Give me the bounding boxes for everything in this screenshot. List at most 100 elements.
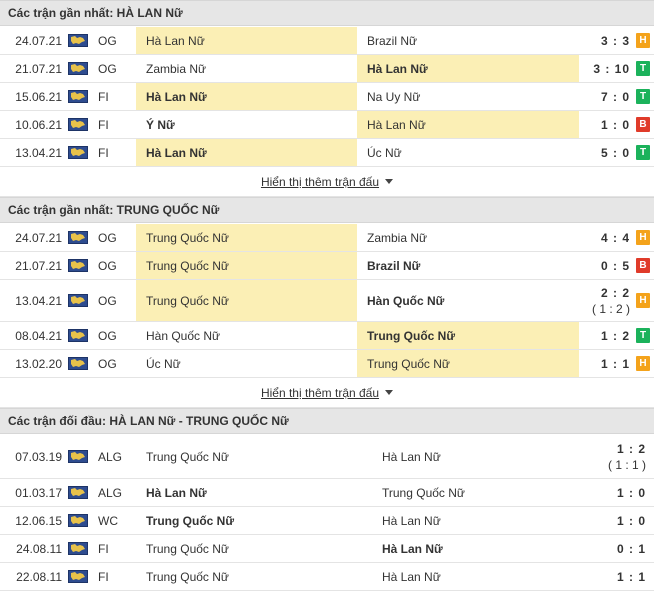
- away-team[interactable]: Hà Lan Nữ: [372, 507, 582, 534]
- match-row[interactable]: 12.06.15 WC Trung Quốc Nữ Hà Lan Nữ 1 : 0: [0, 507, 654, 535]
- home-team[interactable]: Hàn Quốc Nữ: [136, 322, 357, 349]
- league-flag-icon: [68, 118, 88, 131]
- match-score[interactable]: 1 : 2( 1 : 1 ): [582, 435, 654, 478]
- home-team[interactable]: Trung Quốc Nữ: [136, 535, 372, 562]
- match-row[interactable]: 15.06.21 FI Hà Lan Nữ Na Uy Nữ 7 : 0 T: [0, 83, 654, 111]
- home-team[interactable]: Hà Lan Nữ: [136, 83, 357, 110]
- away-team[interactable]: Zambia Nữ: [357, 224, 579, 251]
- competition-code[interactable]: ALG: [98, 479, 134, 506]
- result-badge-cell: H: [634, 27, 652, 54]
- match-row[interactable]: 21.07.21 OG Trung Quốc Nữ Brazil Nữ 0 : 5 B: [0, 252, 654, 280]
- competition-code[interactable]: OG: [98, 322, 134, 349]
- away-team[interactable]: Hà Lan Nữ: [372, 563, 582, 590]
- match-row[interactable]: 24.07.21 OG Hà Lan Nữ Brazil Nữ 3 : 3 H: [0, 27, 654, 55]
- competition-flag: [68, 252, 90, 279]
- full-time-score: 3 : 10: [593, 61, 630, 76]
- competition-code[interactable]: FI: [98, 535, 134, 562]
- home-team[interactable]: Trung Quốc Nữ: [136, 435, 372, 478]
- match-score[interactable]: 1 : 0: [582, 479, 654, 506]
- full-time-score: 2 : 2: [600, 285, 630, 300]
- match-date: 13.04.21: [15, 145, 62, 160]
- section-title: Các trận đối đầu: HÀ LAN Nữ - TRUNG QUỐC…: [0, 408, 654, 434]
- away-team[interactable]: Brazil Nữ: [357, 27, 579, 54]
- match-date: 15.06.21: [15, 89, 62, 104]
- home-team[interactable]: Hà Lan Nữ: [136, 27, 357, 54]
- show-more-link[interactable]: Hiển thị thêm trận đấu: [261, 386, 379, 400]
- home-team[interactable]: Hà Lan Nữ: [136, 139, 357, 166]
- competition-code[interactable]: WC: [98, 507, 134, 534]
- away-team[interactable]: Trung Quốc Nữ: [357, 322, 579, 349]
- show-more-link[interactable]: Hiển thị thêm trận đấu: [261, 175, 379, 189]
- competition-code[interactable]: OG: [98, 280, 134, 321]
- away-team[interactable]: Úc Nữ: [357, 139, 579, 166]
- league-flag-icon: [68, 294, 88, 307]
- full-time-score: 0 : 5: [600, 258, 630, 273]
- competition-code[interactable]: OG: [98, 252, 134, 279]
- result-badge-cell: B: [634, 111, 652, 138]
- home-team[interactable]: Ý Nữ: [136, 111, 357, 138]
- competition-code[interactable]: OG: [98, 350, 134, 377]
- match-date: 24.07.21: [15, 230, 62, 245]
- home-team[interactable]: Trung Quốc Nữ: [136, 563, 372, 590]
- away-team[interactable]: Hàn Quốc Nữ: [357, 280, 579, 321]
- home-team[interactable]: Úc Nữ: [136, 350, 357, 377]
- home-team[interactable]: Hà Lan Nữ: [136, 479, 372, 506]
- match-row[interactable]: 01.03.17 ALG Hà Lan Nữ Trung Quốc Nữ 1 : 0: [0, 479, 654, 507]
- home-team[interactable]: Trung Quốc Nữ: [136, 252, 357, 279]
- away-team[interactable]: Brazil Nữ: [357, 252, 579, 279]
- competition-flag: [68, 535, 90, 562]
- league-flag-icon: [68, 542, 88, 555]
- match-row[interactable]: 24.07.21 OG Trung Quốc Nữ Zambia Nữ 4 : 4 H: [0, 224, 654, 252]
- match-row[interactable]: 13.02.20 OG Úc Nữ Trung Quốc Nữ 1 : 1 H: [0, 350, 654, 378]
- caret-down-icon[interactable]: [385, 390, 394, 395]
- home-team[interactable]: Trung Quốc Nữ: [136, 280, 357, 321]
- home-team[interactable]: Trung Quốc Nữ: [136, 507, 372, 534]
- competition-flag: [68, 322, 90, 349]
- match-row[interactable]: 13.04.21 OG Trung Quốc Nữ Hàn Quốc Nữ 2 : 2(…: [0, 280, 654, 322]
- competition-code[interactable]: FI: [98, 83, 134, 110]
- away-team[interactable]: Hà Lan Nữ: [357, 111, 579, 138]
- competition-code[interactable]: OG: [98, 224, 134, 251]
- show-more-row: Hiển thị thêm trận đấu: [0, 378, 654, 408]
- match-row[interactable]: 21.07.21 OG Zambia Nữ Hà Lan Nữ 3 : 10 T: [0, 55, 654, 83]
- full-time-score: 1 : 0: [600, 117, 630, 132]
- competition-code[interactable]: OG: [98, 27, 134, 54]
- competition-code[interactable]: FI: [98, 139, 134, 166]
- home-team[interactable]: Zambia Nữ: [136, 55, 357, 82]
- match-row[interactable]: 08.04.21 OG Hàn Quốc Nữ Trung Quốc Nữ 1 : 2 T: [0, 322, 654, 350]
- match-date: 21.07.21: [15, 61, 62, 76]
- secondary-score: ( 1 : 1 ): [607, 457, 646, 472]
- away-team[interactable]: Trung Quốc Nữ: [357, 350, 579, 377]
- away-team[interactable]: Na Uy Nữ: [357, 83, 579, 110]
- match-date: 12.06.15: [15, 513, 62, 528]
- match-score[interactable]: 1 : 1: [582, 563, 654, 590]
- competition-code[interactable]: FI: [98, 111, 134, 138]
- match-score[interactable]: 0 : 1: [582, 535, 654, 562]
- competition-code[interactable]: OG: [98, 55, 134, 82]
- league-flag-icon: [68, 514, 88, 527]
- match-row[interactable]: 07.03.19 ALG Trung Quốc Nữ Hà Lan Nữ 1 : 2( …: [0, 435, 654, 479]
- match-row[interactable]: 24.08.11 FI Trung Quốc Nữ Hà Lan Nữ 0 : 1: [0, 535, 654, 563]
- match-row[interactable]: 10.06.21 FI Ý Nữ Hà Lan Nữ 1 : 0 B: [0, 111, 654, 139]
- competition-code[interactable]: ALG: [98, 435, 134, 478]
- match-row[interactable]: 22.08.11 FI Trung Quốc Nữ Hà Lan Nữ 1 : 1: [0, 563, 654, 591]
- away-team[interactable]: Hà Lan Nữ: [357, 55, 579, 82]
- match-score[interactable]: 1 : 0: [582, 507, 654, 534]
- result-badge-cell: H: [634, 224, 652, 251]
- result-badge-cell: T: [634, 139, 652, 166]
- caret-down-icon[interactable]: [385, 179, 394, 184]
- away-team[interactable]: Hà Lan Nữ: [372, 535, 582, 562]
- away-team[interactable]: Trung Quốc Nữ: [372, 479, 582, 506]
- match-date: 24.08.11: [16, 541, 62, 556]
- home-team[interactable]: Trung Quốc Nữ: [136, 224, 357, 251]
- result-badge-cell: H: [634, 350, 652, 377]
- full-time-score: 1 : 0: [616, 513, 646, 528]
- league-flag-icon: [68, 357, 88, 370]
- competition-flag: [68, 55, 90, 82]
- competition-flag: [68, 139, 90, 166]
- match-row[interactable]: 13.04.21 FI Hà Lan Nữ Úc Nữ 5 : 0 T: [0, 139, 654, 167]
- away-team[interactable]: Hà Lan Nữ: [372, 435, 582, 478]
- full-time-score: 1 : 2: [600, 328, 630, 343]
- league-flag-icon: [68, 329, 88, 342]
- competition-code[interactable]: FI: [98, 563, 134, 590]
